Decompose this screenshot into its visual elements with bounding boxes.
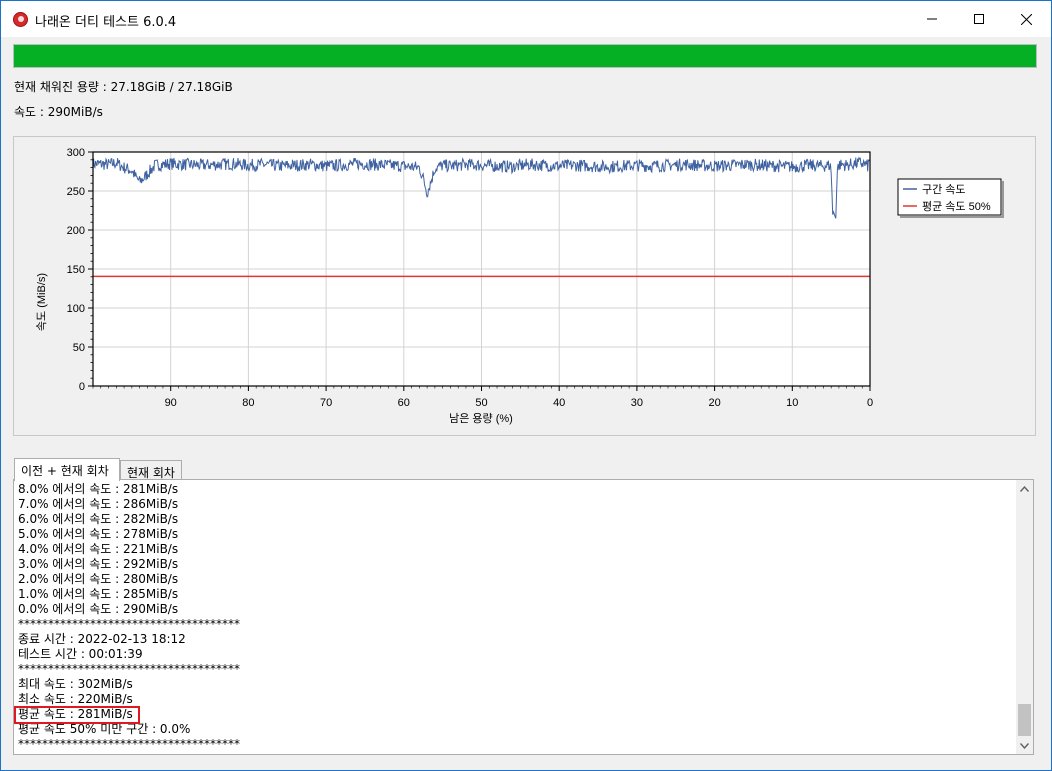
x-tick-label: 50 [475, 397, 487, 409]
log-line: 3.0% 에서의 속도 : 292MiB/s [18, 557, 179, 571]
x-tick-label: 10 [786, 397, 798, 409]
x-tick-label: 0 [867, 397, 873, 409]
title-bar[interactable]: 나래온 더티 테스트 6.0.4 [1, 1, 1051, 37]
minimize-button[interactable] [909, 1, 955, 37]
y-tick-label: 250 [67, 186, 85, 198]
maximize-icon [974, 14, 984, 24]
log-line: 7.0% 에서의 속도 : 286MiB/s [18, 497, 179, 511]
log-line: 최대 속도 : 302MiB/s [18, 677, 133, 691]
log-line: 8.0% 에서의 속도 : 281MiB/s [18, 482, 179, 496]
legend-label-average-speed: 평균 속도 50% [922, 200, 991, 213]
log-line: 평균 속도 50% 미만 구간 : 0.0% [18, 722, 191, 736]
minimize-icon [927, 18, 937, 20]
speed-chart-panel: 0 50 100 150 200 250 300 90 80 70 60 50 40 30 20 10 0 속… [13, 136, 1036, 436]
log-line: 5.0% 에서의 속도 : 278MiB/s [18, 527, 179, 541]
y-axis-label: 속도 (MiB/s) [35, 273, 48, 331]
log-line: ************************************* [18, 737, 240, 751]
app-logo-icon [13, 12, 28, 27]
progress-fill [14, 45, 1036, 67]
log-line: 평균 속도 : 281MiB/s [18, 707, 133, 721]
y-tick-label: 100 [67, 303, 85, 315]
x-axis-label: 남은 용량 (%) [449, 412, 513, 425]
log-textbox[interactable]: 8.0% 에서의 속도 : 281MiB/s 7.0% 에서의 속도 : 286M… [13, 479, 1034, 755]
tab-previous-current[interactable]: 이전 + 현재 회차 [14, 458, 120, 481]
log-line: ************************************* [18, 662, 240, 676]
y-tick-label: 50 [73, 342, 85, 354]
chevron-up-icon [1020, 485, 1029, 492]
close-button[interactable] [1003, 1, 1049, 37]
y-tick-label: 0 [79, 381, 85, 393]
log-line: 1.0% 에서의 속도 : 285MiB/s [18, 587, 179, 601]
x-axis: 90 80 70 60 50 40 30 20 10 0 [92, 386, 873, 409]
y-tick-label: 300 [67, 147, 85, 159]
filled-capacity-label: 현재 채워진 용량 : 27.18GiB / 27.18GiB [14, 80, 233, 94]
legend-label-interval-speed: 구간 속도 [922, 183, 966, 196]
scroll-thumb[interactable] [1018, 704, 1031, 736]
x-tick-label: 90 [165, 397, 177, 409]
log-scrollbar[interactable] [1016, 480, 1033, 754]
log-line: 최소 속도 : 220MiB/s [18, 692, 133, 706]
x-tick-label: 70 [320, 397, 332, 409]
average-speed-highlight [14, 706, 140, 724]
scroll-down-button[interactable] [1016, 737, 1033, 754]
legend: 구간 속도 평균 속도 50% [897, 178, 1004, 218]
x-tick-label: 20 [708, 397, 720, 409]
x-tick-label: 40 [553, 397, 565, 409]
close-icon [1020, 13, 1032, 25]
log-line: 6.0% 에서의 속도 : 282MiB/s [18, 512, 179, 526]
scroll-up-button[interactable] [1016, 480, 1033, 497]
tab-current[interactable]: 현재 회차 [120, 460, 182, 480]
speed-label: 속도 : 290MiB/s [14, 105, 103, 119]
y-tick-label: 200 [67, 225, 85, 237]
chevron-down-icon [1020, 742, 1029, 749]
y-tick-label: 150 [67, 264, 85, 276]
log-line: 0.0% 에서의 속도 : 290MiB/s [18, 602, 179, 616]
log-line: 종료 시간 : 2022-02-13 18:12 [18, 632, 186, 646]
log-line: ************************************* [18, 617, 240, 631]
window-title: 나래온 더티 테스트 6.0.4 [35, 15, 177, 30]
speed-chart: 050100150200250300 90 80 70 60 50 40 30 20 10 0 속… [35, 147, 1004, 425]
x-tick-label: 30 [631, 397, 643, 409]
app-window: 나래온 더티 테스트 6.0.4 현재 채워진 용량 : 27.18GiB / … [0, 0, 1052, 771]
log-line: 테스트 시간 : 00:01:39 [18, 647, 143, 661]
maximize-button[interactable] [956, 1, 1002, 37]
y-axis: 0 50 100 150 200 250 300 [67, 147, 93, 393]
x-tick-label: 60 [398, 397, 410, 409]
log-line: 4.0% 에서의 속도 : 221MiB/s [18, 542, 179, 556]
progress-bar [13, 44, 1037, 68]
log-line: 2.0% 에서의 속도 : 280MiB/s [18, 572, 179, 586]
log-lines: 8.0% 에서의 속도 : 281MiB/s 7.0% 에서의 속도 : 286M… [18, 482, 1008, 752]
x-tick-label: 80 [242, 397, 254, 409]
